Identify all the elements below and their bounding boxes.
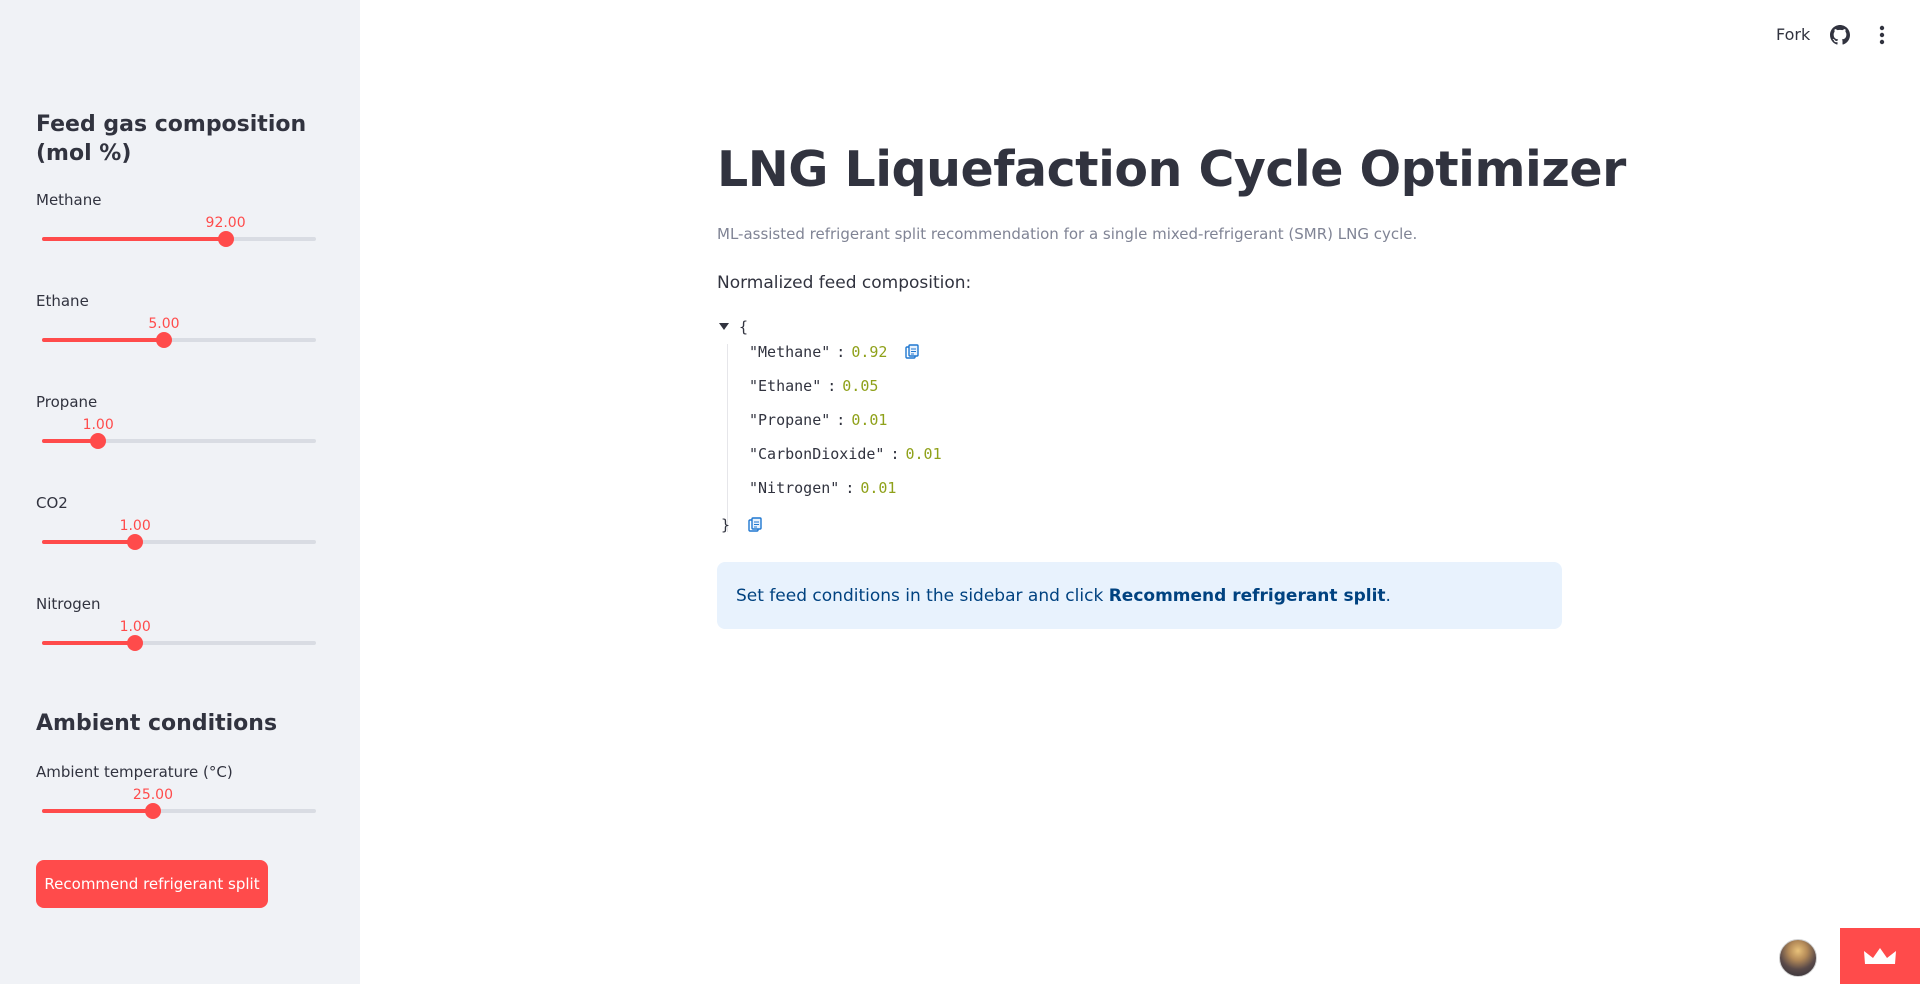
slider-track[interactable] bbox=[42, 332, 316, 348]
info-prefix: Set feed conditions in the sidebar and c… bbox=[736, 585, 1109, 606]
json-key: "Methane" bbox=[749, 343, 831, 361]
page-title: LNG Liquefaction Cycle Optimizer bbox=[717, 141, 1626, 198]
slider-value: 25.00 bbox=[132, 787, 174, 803]
slider-track[interactable] bbox=[42, 433, 316, 449]
slider-track[interactable] bbox=[42, 803, 316, 819]
slider-fill bbox=[42, 641, 136, 645]
info-suffix: . bbox=[1385, 585, 1391, 606]
slider-value: 1.00 bbox=[82, 417, 114, 433]
slider-label: Nitrogen bbox=[36, 595, 101, 613]
collapse-caret-icon[interactable] bbox=[719, 323, 729, 330]
slider-thumb[interactable] bbox=[217, 231, 234, 247]
json-entry: "Propane":0.01 bbox=[749, 411, 888, 429]
slider-thumb[interactable] bbox=[127, 534, 144, 550]
slider-fill bbox=[42, 540, 136, 544]
json-value: 0.92 bbox=[851, 343, 888, 361]
slider-ambient-temperature[interactable]: Ambient temperature (°C) 25.00 bbox=[36, 762, 318, 842]
copy-icon[interactable] bbox=[904, 344, 920, 360]
slider-thumb[interactable] bbox=[155, 332, 172, 348]
slider-fill bbox=[42, 809, 153, 813]
slider-value: 1.00 bbox=[119, 518, 151, 534]
slider-nitrogen[interactable]: Nitrogen 1.00 bbox=[36, 594, 318, 674]
json-entry: "Ethane":0.05 bbox=[749, 377, 879, 395]
slider-fill bbox=[42, 338, 164, 342]
slider-fill bbox=[42, 237, 226, 241]
page-caption: ML-assisted refrigerant split recommenda… bbox=[717, 225, 1418, 243]
slider-label: Methane bbox=[36, 191, 102, 209]
json-indent-guide bbox=[727, 344, 728, 532]
info-bold: Recommend refrigerant split bbox=[1108, 585, 1386, 606]
json-close-brace: } bbox=[721, 516, 731, 534]
slider-methane[interactable]: Methane 92.00 bbox=[36, 190, 318, 270]
json-entry: "CarbonDioxide":0.01 bbox=[749, 445, 942, 463]
slider-thumb[interactable] bbox=[144, 803, 161, 819]
sidebar: Feed gas composition (mol %) Methane 92.… bbox=[0, 0, 360, 984]
recommend-refrigerant-split-button[interactable]: Recommend refrigerant split bbox=[36, 860, 268, 908]
json-value: 0.05 bbox=[842, 377, 879, 395]
slider-label: Ambient temperature (°C) bbox=[36, 763, 233, 781]
json-key: "Ethane" bbox=[749, 377, 822, 395]
slider-ethane[interactable]: Ethane 5.00 bbox=[36, 291, 318, 371]
github-icon[interactable] bbox=[1830, 25, 1850, 45]
slider-propane[interactable]: Propane 1.00 bbox=[36, 392, 318, 472]
json-key: "CarbonDioxide" bbox=[749, 445, 885, 463]
slider-thumb[interactable] bbox=[127, 635, 144, 651]
json-value: 0.01 bbox=[851, 411, 888, 429]
slider-value: 1.00 bbox=[119, 619, 151, 635]
avatar[interactable] bbox=[1779, 939, 1817, 977]
fork-button[interactable]: Fork bbox=[1776, 25, 1810, 45]
slider-track[interactable] bbox=[42, 534, 316, 550]
json-open-brace: { bbox=[739, 318, 749, 336]
normalized-feed-label: Normalized feed composition: bbox=[717, 273, 972, 293]
json-entry: "Methane":0.92 bbox=[749, 341, 920, 363]
info-text: Set feed conditions in the sidebar and c… bbox=[736, 586, 1391, 606]
slider-value: 92.00 bbox=[205, 215, 246, 231]
feed-composition-header: Feed gas composition (mol %) bbox=[36, 112, 307, 166]
slider-co2[interactable]: CO2 1.00 bbox=[36, 493, 318, 573]
json-value: 0.01 bbox=[905, 445, 942, 463]
json-close-row: } bbox=[721, 516, 763, 534]
streamlit-crown-button[interactable] bbox=[1840, 928, 1920, 984]
ambient-conditions-header: Ambient conditions bbox=[36, 711, 278, 736]
json-key: "Nitrogen" bbox=[749, 479, 840, 497]
crown-icon bbox=[1864, 948, 1896, 964]
more-vertical-icon[interactable] bbox=[1872, 24, 1892, 46]
slider-label: CO2 bbox=[36, 494, 68, 512]
info-alert: Set feed conditions in the sidebar and c… bbox=[717, 562, 1562, 629]
slider-thumb[interactable] bbox=[90, 433, 107, 449]
json-value: 0.01 bbox=[860, 479, 897, 497]
slider-track[interactable] bbox=[42, 635, 316, 651]
slider-label: Ethane bbox=[36, 292, 89, 310]
copy-icon[interactable] bbox=[747, 517, 763, 533]
json-entry: "Nitrogen":0.01 bbox=[749, 479, 897, 497]
slider-value: 5.00 bbox=[148, 316, 180, 332]
json-key: "Propane" bbox=[749, 411, 831, 429]
slider-track[interactable] bbox=[42, 231, 316, 247]
slider-label: Propane bbox=[36, 393, 98, 411]
